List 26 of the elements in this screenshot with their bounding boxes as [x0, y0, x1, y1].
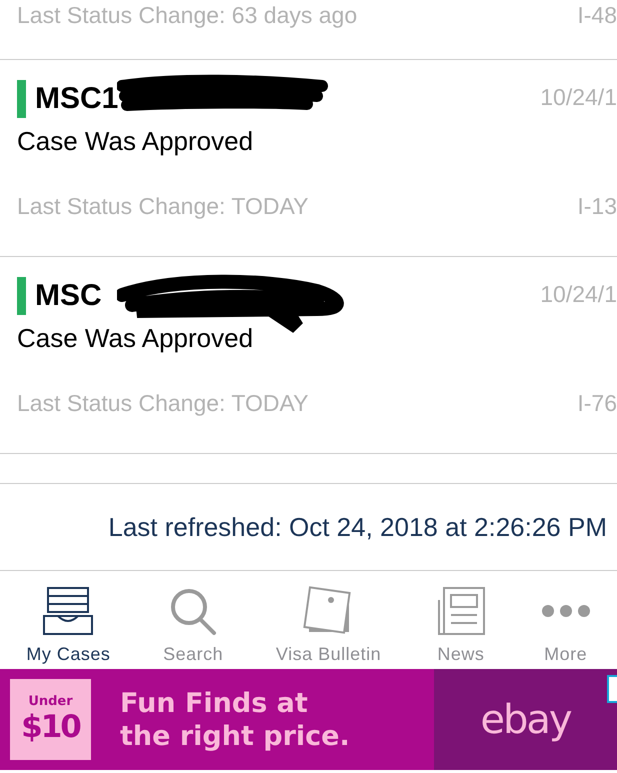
tab[interactable]: My Cases — [20, 571, 116, 669]
last-status-change: Last Status Change: TODAY — [17, 390, 308, 417]
case-date: 10/24/1 — [540, 84, 617, 111]
ad-choices-icon[interactable] — [607, 675, 617, 703]
inbox-tray-icon — [43, 586, 94, 636]
search-icon — [168, 586, 218, 636]
last-status-change: Last Status Change: TODAY — [17, 193, 308, 220]
case-status: Case Was Approved — [17, 323, 254, 354]
badge-price: $10 — [21, 709, 80, 745]
case-number: MSC — [35, 279, 102, 313]
case-status: Case Was Approved — [17, 126, 254, 157]
ad-headline: Fun Finds at the right price. — [120, 686, 350, 752]
last-status-change: Last Status Change: 63 days ago — [17, 2, 358, 29]
form-type: I-13 — [577, 193, 617, 220]
form-type: I-48 — [577, 2, 617, 29]
ad-brand-logo[interactable]: ebay — [434, 669, 617, 770]
form-type: I-76 — [577, 390, 617, 417]
tab[interactable]: Visa Bulletin — [270, 571, 388, 669]
tab[interactable]: More — [534, 571, 597, 669]
tab[interactable]: News — [428, 571, 494, 669]
last-refreshed-text: Last refreshed: Oct 24, 2018 at 2:26:26 PM — [108, 512, 607, 542]
case-number: MSC1 — [35, 82, 118, 116]
badge-caption: Under — [28, 694, 73, 709]
more-icon — [540, 605, 591, 617]
case-date: 10/24/1 — [540, 281, 617, 308]
tab[interactable]: Search — [157, 571, 230, 669]
